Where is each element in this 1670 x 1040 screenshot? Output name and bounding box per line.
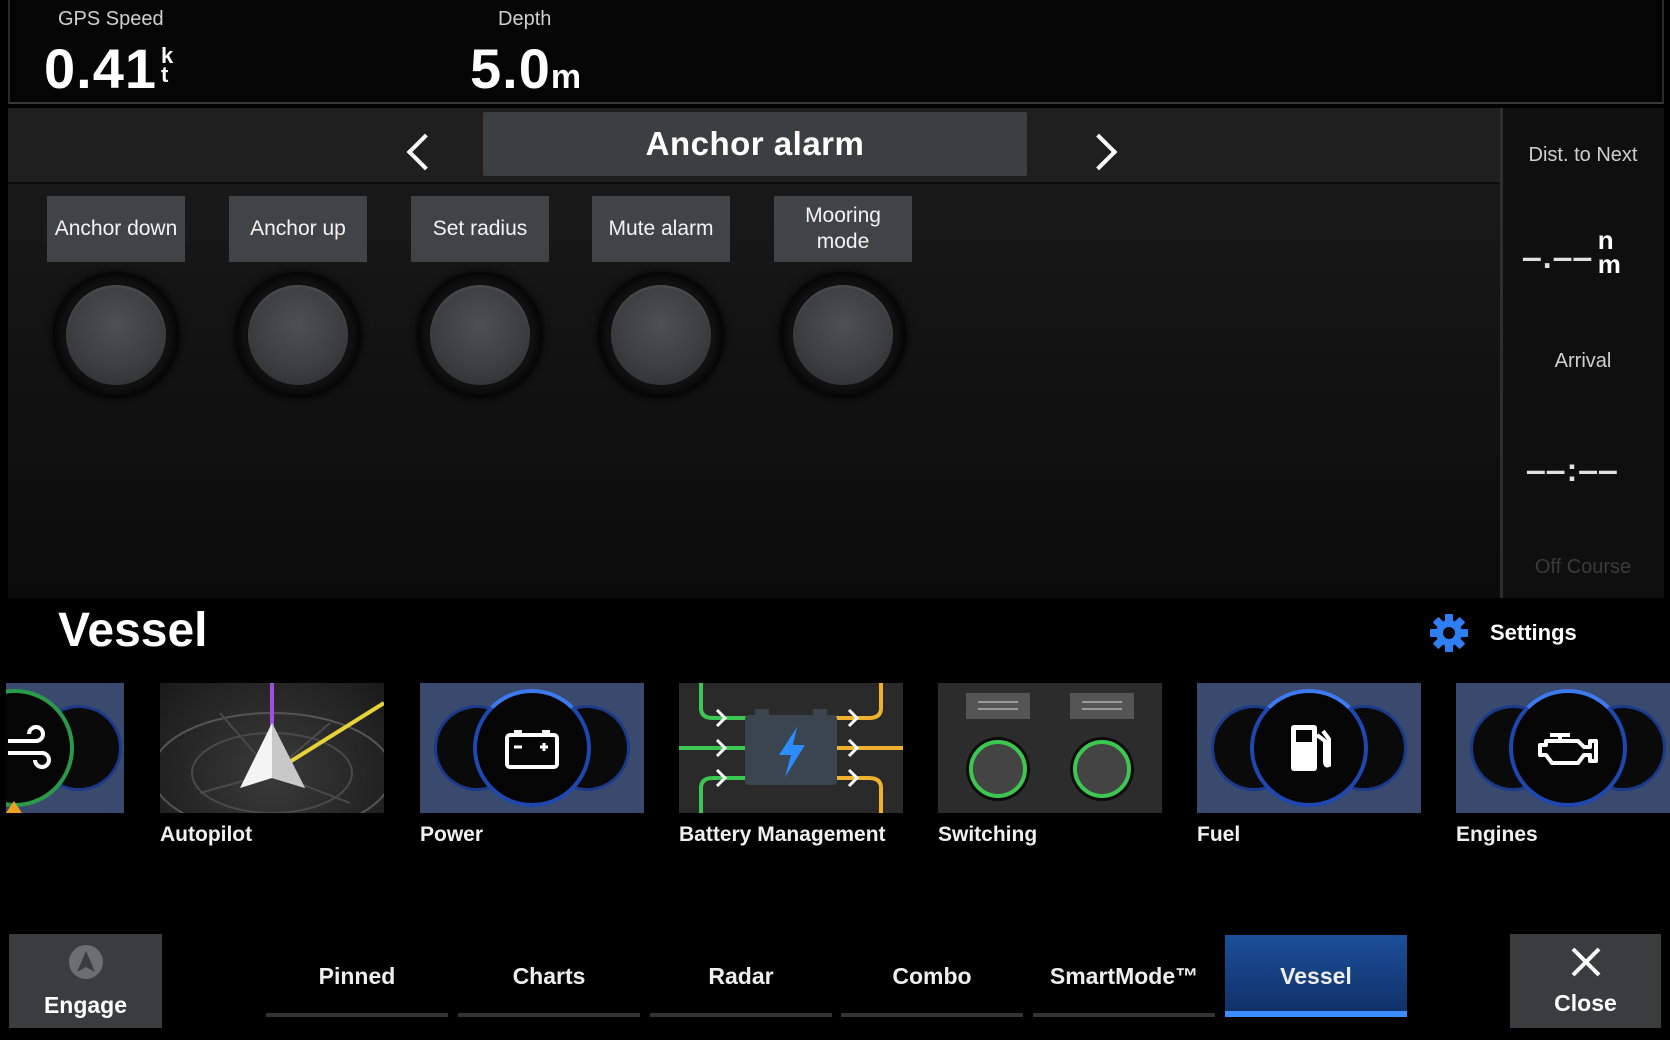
- dist-unit: nm: [1597, 225, 1621, 279]
- battery-icon: [505, 730, 559, 769]
- gps-speed-readout[interactable]: 0.41 k t: [44, 36, 173, 101]
- anchor-down-button[interactable]: Anchor down: [47, 196, 185, 262]
- mute-alarm-knob[interactable]: [611, 285, 711, 385]
- fuel-pump-icon: [1291, 725, 1331, 771]
- switching-tile[interactable]: Switching: [938, 683, 1162, 847]
- engage-label: Engage: [43, 992, 128, 1018]
- autopilot-arrow-icon: [69, 945, 103, 979]
- depth-label: Depth: [498, 8, 552, 30]
- mute-alarm-button[interactable]: Mute alarm: [592, 196, 730, 262]
- switching-label: Switching: [938, 823, 1038, 846]
- anchor-down-knob[interactable]: [66, 285, 166, 385]
- dist-to-next-label: Dist. to Next: [1528, 144, 1638, 166]
- arrival-value[interactable]: ‒‒:‒‒: [1527, 452, 1619, 489]
- dist-to-next-value: ‒.‒‒: [1523, 239, 1594, 275]
- compass-icon: [160, 683, 384, 813]
- fuel-tile[interactable]: Fuel: [1197, 683, 1421, 847]
- engines-tile[interactable]: Engines: [1456, 683, 1670, 847]
- chevron-left-icon: [406, 133, 444, 171]
- depth-readout[interactable]: 5.0m: [470, 36, 581, 101]
- dist-to-next-readout[interactable]: ‒.‒‒ nm: [1523, 225, 1621, 279]
- mooring-mode-control: Mooring mode: [774, 196, 912, 398]
- set-radius-knob[interactable]: [430, 285, 530, 385]
- anchor-up-button[interactable]: Anchor up: [229, 196, 367, 262]
- anchor-alarm-panel: Anchor alarm Anchor down Anchor up Set r…: [8, 108, 1502, 598]
- top-data-bar: GPS Speed 0.41 k t Depth 5.0m: [8, 0, 1664, 104]
- engage-button[interactable]: Engage: [9, 934, 162, 1028]
- vessel-section-title: Vessel: [58, 604, 208, 657]
- set-radius-button[interactable]: Set radius: [411, 196, 549, 262]
- wind-icon: [8, 725, 51, 769]
- set-radius-control: Set radius: [411, 196, 549, 398]
- tab-combo[interactable]: Combo: [841, 935, 1023, 1017]
- battery-management-icon: [679, 683, 903, 813]
- panel-header: Anchor alarm: [8, 108, 1502, 184]
- mooring-mode-button[interactable]: Mooring mode: [774, 196, 912, 262]
- mute-alarm-control: Mute alarm: [592, 196, 730, 398]
- navigation-data-sidebar: Dist. to Next ‒.‒‒ nm Arrival ‒‒:‒‒ Off …: [1500, 108, 1664, 598]
- battery-management-tile[interactable]: Battery Management: [679, 683, 903, 847]
- gps-speed-unit: kt: [161, 43, 174, 87]
- anchor-up-control: Anchor up: [229, 196, 367, 398]
- engines-label: Engines: [1456, 823, 1538, 846]
- close-icon: [1571, 947, 1601, 977]
- tab-vessel[interactable]: Vessel: [1225, 935, 1407, 1017]
- autopilot-tile[interactable]: Autopilot: [160, 683, 384, 847]
- mooring-mode-knob[interactable]: [793, 285, 893, 385]
- next-page-button[interactable]: [1080, 130, 1124, 174]
- previous-page-button[interactable]: [398, 130, 444, 174]
- switch-icon: [966, 693, 1134, 801]
- settings-button[interactable]: Settings: [1428, 612, 1598, 654]
- arrival-label: Arrival: [1554, 350, 1612, 372]
- tab-smartmode[interactable]: SmartMode™: [1033, 935, 1215, 1017]
- panel-title: Anchor alarm: [483, 112, 1027, 176]
- engine-icon: [1538, 733, 1598, 765]
- power-label: Power: [420, 823, 484, 846]
- settings-label: Settings: [1490, 620, 1577, 645]
- fuel-label: Fuel: [1197, 823, 1241, 846]
- gps-speed-label: GPS Speed: [58, 8, 164, 30]
- tab-pinned[interactable]: Pinned: [266, 935, 448, 1017]
- anchor-down-control: Anchor down: [47, 196, 185, 398]
- gps-speed-value: 0.41: [44, 37, 157, 100]
- autopilot-label: Autopilot: [160, 823, 253, 846]
- chevron-right-icon: [1080, 133, 1118, 171]
- anchor-up-knob[interactable]: [248, 285, 348, 385]
- close-button[interactable]: Close: [1510, 934, 1661, 1028]
- battery-management-label: Battery Management: [679, 823, 886, 846]
- tab-charts[interactable]: Charts: [458, 935, 640, 1017]
- tab-radar[interactable]: Radar: [650, 935, 832, 1017]
- close-label: Close: [1554, 990, 1617, 1016]
- gear-icon: [1430, 614, 1468, 652]
- depth-unit: m: [550, 58, 582, 96]
- off-course-label: Off Course: [1534, 556, 1632, 578]
- power-tile[interactable]: Power: [420, 683, 644, 847]
- depth-value: 5.0: [470, 37, 551, 100]
- partial-wind-tile[interactable]: [6, 683, 124, 813]
